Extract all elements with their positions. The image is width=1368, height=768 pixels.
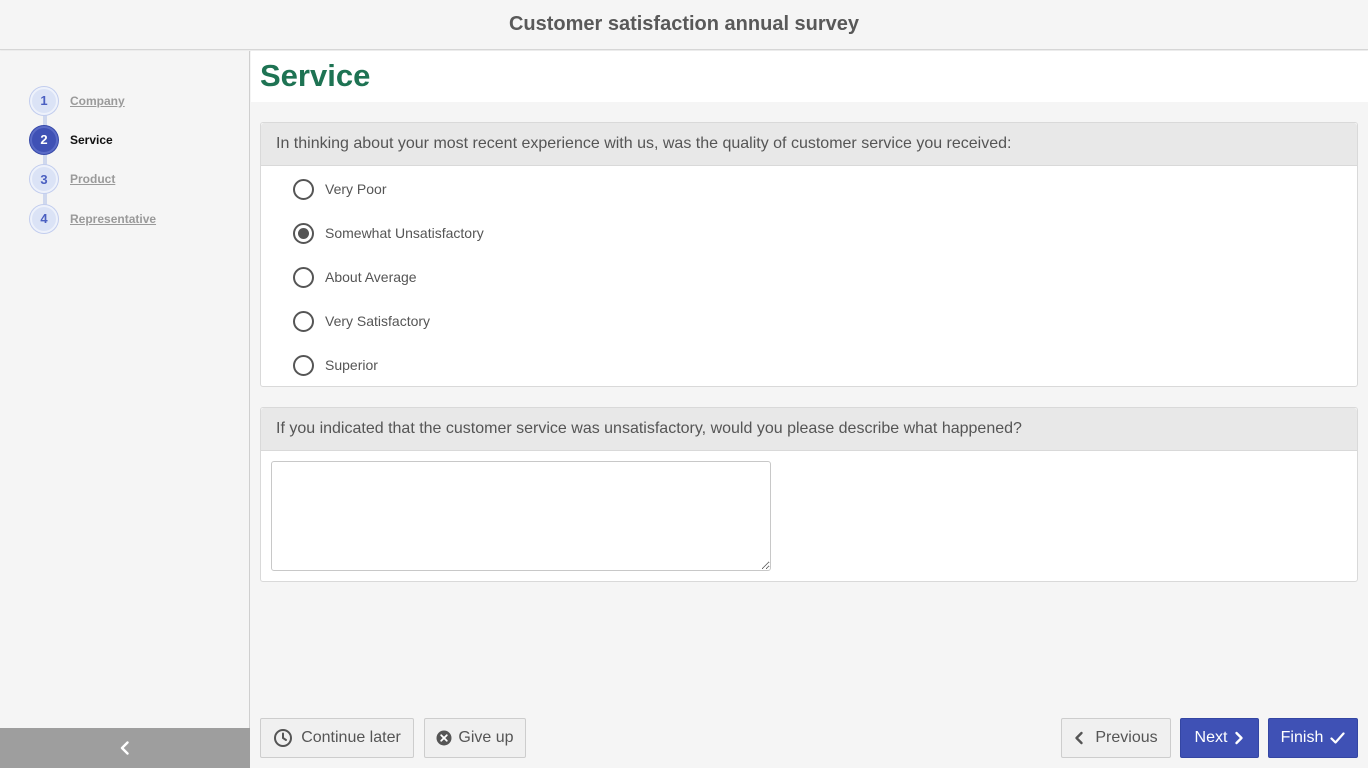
step-company[interactable]: 1 Company xyxy=(30,81,156,120)
radio-label[interactable]: Very Satisfactory xyxy=(325,313,430,329)
page-title: Service xyxy=(260,58,371,93)
radio-label[interactable]: Superior xyxy=(325,357,378,373)
radio-option[interactable]: Very Satisfactory xyxy=(293,310,430,332)
chevron-right-icon xyxy=(1235,731,1244,745)
radio-label[interactable]: Somewhat Unsatisfactory xyxy=(325,225,484,241)
radio-option[interactable]: About Average xyxy=(293,266,417,288)
checkmark-icon xyxy=(1330,732,1345,744)
radio-option[interactable]: Very Poor xyxy=(293,178,386,200)
question-text: If you indicated that the customer servi… xyxy=(261,408,1357,451)
describe-textarea[interactable] xyxy=(271,461,771,571)
step-product[interactable]: 3 Product xyxy=(30,160,156,199)
give-up-label: Give up xyxy=(458,729,514,746)
close-circle-icon xyxy=(436,730,452,746)
radio-label[interactable]: Very Poor xyxy=(325,181,386,197)
radio-button[interactable] xyxy=(293,178,314,200)
radio-option[interactable]: Superior xyxy=(293,354,378,376)
radio-button-selected[interactable] xyxy=(293,222,314,244)
question-describe-issue: If you indicated that the customer servi… xyxy=(260,407,1358,582)
step-number: 3 xyxy=(30,165,58,194)
step-number: 1 xyxy=(30,86,58,115)
question-text: In thinking about your most recent exper… xyxy=(261,123,1357,166)
radio-button[interactable] xyxy=(293,266,314,288)
sidebar: 1 Company 2 Service 3 Product 4 Represen… xyxy=(0,51,250,768)
page-title-bar: Service xyxy=(251,51,1368,102)
finish-button[interactable]: Finish xyxy=(1268,718,1358,758)
radio-option[interactable]: Somewhat Unsatisfactory xyxy=(293,222,484,244)
step-label-product[interactable]: Product xyxy=(70,172,115,186)
step-number: 4 xyxy=(30,204,58,233)
step-list: 1 Company 2 Service 3 Product 4 Represen… xyxy=(30,81,156,238)
step-representative[interactable]: 4 Representative xyxy=(30,199,156,238)
question-service-quality: In thinking about your most recent exper… xyxy=(260,122,1358,387)
step-label-representative[interactable]: Representative xyxy=(70,212,156,226)
top-bar: Customer satisfaction annual survey xyxy=(0,0,1368,50)
radio-dot xyxy=(298,227,309,239)
radio-button[interactable] xyxy=(293,310,314,332)
chevron-left-icon xyxy=(1075,731,1084,745)
collapse-sidebar-button[interactable] xyxy=(0,728,250,768)
step-label-service: Service xyxy=(70,132,113,147)
survey-title: Customer satisfaction annual survey xyxy=(508,13,860,35)
main-content: Service In thinking about your most rece… xyxy=(251,51,1368,768)
radio-button[interactable] xyxy=(293,354,314,376)
next-button[interactable]: Next xyxy=(1180,718,1259,758)
previous-button[interactable]: Previous xyxy=(1061,718,1171,758)
previous-label: Previous xyxy=(1095,729,1158,746)
step-number: 2 xyxy=(30,125,58,154)
clock-icon xyxy=(274,729,293,747)
next-label: Next xyxy=(1194,729,1228,746)
finish-label: Finish xyxy=(1280,729,1324,746)
give-up-button[interactable]: Give up xyxy=(424,718,526,758)
chevron-left-icon xyxy=(120,741,129,755)
continue-later-label: Continue later xyxy=(301,729,401,746)
radio-label[interactable]: About Average xyxy=(325,269,417,285)
step-service: 2 Service xyxy=(30,120,156,159)
continue-later-button[interactable]: Continue later xyxy=(260,718,414,758)
step-label-company[interactable]: Company xyxy=(70,94,125,108)
